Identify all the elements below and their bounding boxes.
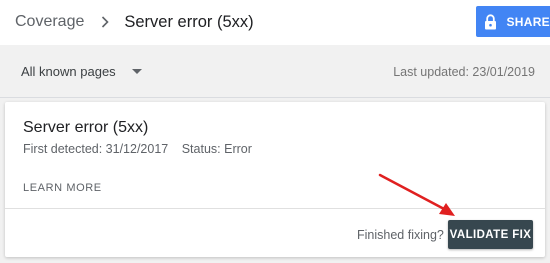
share-button[interactable]: SHARE	[476, 6, 550, 37]
issue-card: Server error (5xx) First detected: 31/12…	[5, 102, 545, 257]
lock-icon	[484, 13, 497, 30]
learn-more-link[interactable]: LEARN MORE	[23, 182, 102, 194]
divider	[5, 208, 545, 209]
finished-fixing-label: Finished fixing?	[357, 228, 444, 242]
issue-title: Server error (5xx)	[23, 119, 149, 136]
validate-fix-button[interactable]: VALIDATE FIX	[448, 220, 533, 249]
breadcrumb: Coverage Server error (5xx)	[15, 12, 254, 32]
page-title: Server error (5xx)	[124, 12, 254, 31]
filter-selected-value: All known pages	[21, 64, 116, 79]
status-text: Status: Error	[181, 142, 252, 156]
share-label: SHARE	[506, 14, 550, 29]
breadcrumb-coverage[interactable]: Coverage	[15, 13, 84, 31]
pages-filter-dropdown[interactable]: All known pages	[21, 64, 142, 79]
caret-down-icon	[131, 69, 142, 74]
issue-meta: First detected: 31/12/2017 Status: Error	[23, 142, 252, 156]
last-updated-text: Last updated: 23/01/2019	[393, 65, 535, 79]
chevron-right-icon	[101, 15, 111, 29]
filter-bar: All known pages Last updated: 23/01/2019	[0, 45, 550, 98]
top-header: Coverage Server error (5xx) SHARE	[0, 0, 550, 45]
first-detected-text: First detected: 31/12/2017	[23, 142, 169, 156]
